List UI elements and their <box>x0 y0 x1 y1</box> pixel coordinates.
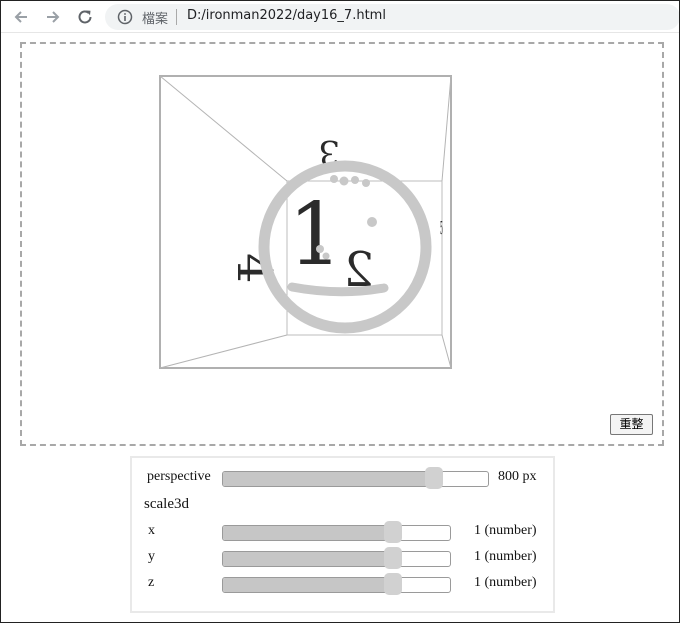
y-label: y <box>148 549 155 564</box>
address-divider <box>176 9 177 25</box>
address-bar[interactable]: 檔案 D:/ironman2022/day16_7.html <box>105 4 680 30</box>
cube-edge-bl <box>159 334 288 369</box>
z-row: z 1 (number) <box>132 573 553 595</box>
perspective-label: perspective <box>147 469 211 484</box>
x-value: 1 (number) <box>474 523 537 538</box>
y-value: 1 (number) <box>474 549 537 564</box>
stage-area: 3 4 5 6 2 1 重整 <box>20 42 664 446</box>
z-slider[interactable] <box>222 577 451 593</box>
perspective-slider[interactable] <box>222 471 489 487</box>
info-icon[interactable] <box>117 9 133 25</box>
y-slider[interactable] <box>222 551 451 567</box>
cube-scene: 3 4 5 6 2 1 <box>159 75 452 369</box>
z-value: 1 (number) <box>474 575 537 590</box>
reload-icon[interactable] <box>73 5 97 29</box>
perspective-row: perspective 800 px <box>132 467 553 489</box>
z-slider-fill <box>223 578 396 592</box>
cube-edge-br <box>441 334 452 369</box>
y-row: y 1 (number) <box>132 547 553 569</box>
perspective-value: 800 px <box>498 469 537 484</box>
face-front-label: 1 <box>288 185 343 285</box>
reset-button[interactable]: 重整 <box>610 414 653 435</box>
y-slider-thumb[interactable] <box>384 547 402 569</box>
x-label: x <box>148 523 155 538</box>
z-label: z <box>148 575 155 590</box>
scale3d-title: scale3d <box>144 496 189 512</box>
face-right-label: 5 <box>440 219 443 240</box>
cube-edge-tl <box>159 75 288 182</box>
x-slider-thumb[interactable] <box>384 521 402 543</box>
browser-toolbar: 檔案 D:/ironman2022/day16_7.html <box>1 1 680 33</box>
controls-panel: perspective 800 px scale3d x 1 (number) … <box>130 456 555 613</box>
x-slider-fill <box>223 526 396 540</box>
perspective-slider-fill <box>223 472 441 486</box>
site-info-label: 檔案 <box>142 12 169 27</box>
back-icon[interactable] <box>9 5 33 29</box>
y-slider-fill <box>223 552 396 566</box>
x-row: x 1 (number) <box>132 521 553 543</box>
url-text[interactable]: D:/ironman2022/day16_7.html <box>187 8 386 23</box>
z-slider-thumb[interactable] <box>384 573 402 595</box>
x-slider[interactable] <box>222 525 451 541</box>
perspective-slider-thumb[interactable] <box>425 467 443 489</box>
cube-edge-tr <box>441 75 452 182</box>
forward-icon[interactable] <box>41 5 65 29</box>
